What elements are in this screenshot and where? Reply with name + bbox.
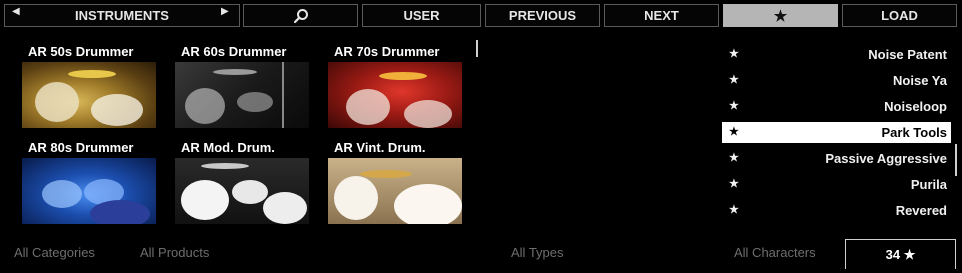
load-label: LOAD [881, 8, 918, 23]
prev-category-arrow-icon[interactable]: ◀ [12, 6, 20, 17]
preset-name: Noise Ya [893, 73, 947, 88]
star-icon: ★ [729, 178, 739, 190]
product-thumbnail [22, 158, 156, 224]
product-name: AR 50s Drummer [28, 44, 134, 59]
preset-name: Revered [895, 203, 947, 218]
star-icon: ★ [729, 74, 739, 86]
search-button[interactable] [243, 4, 358, 27]
preset-row[interactable]: ★ Purila [722, 174, 951, 195]
product-name: AR 60s Drummer [181, 44, 287, 59]
product-thumbnail [328, 62, 462, 128]
character-filter[interactable]: All Characters [734, 245, 816, 260]
drum-kit-image [334, 170, 462, 224]
star-icon: ★ [773, 7, 788, 25]
drum-kit-image [42, 179, 150, 224]
product-thumbnail [175, 62, 309, 128]
result-count: 34 ★ [885, 246, 916, 262]
preset-name: Passive Aggressive [825, 151, 947, 166]
drum-kit-image [346, 72, 452, 128]
preset-row[interactable]: ★ Noise Ya [722, 70, 951, 91]
preset-name: Noise Patent [868, 47, 947, 62]
star-icon: ★ [729, 48, 739, 60]
product-thumbnail [175, 158, 309, 224]
category-filter[interactable]: All Categories [14, 245, 95, 260]
star-icon: ★ [729, 204, 739, 216]
preset-row[interactable]: ★ Noise Patent [722, 44, 951, 65]
product-list-scrollbar[interactable] [476, 40, 478, 57]
preset-row[interactable]: ★ Noiseloop [722, 96, 951, 117]
next-button[interactable]: NEXT [604, 4, 719, 27]
star-icon: ★ [729, 126, 739, 138]
preset-list-scrollbar[interactable] [955, 144, 957, 176]
product-thumbnail [22, 62, 156, 128]
product-thumbnail [328, 158, 462, 224]
drum-kit-image [35, 70, 143, 126]
product-name: AR Vint. Drum. [334, 140, 426, 155]
drum-kit-image [181, 163, 307, 224]
next-label: NEXT [644, 8, 679, 23]
product-name: AR 80s Drummer [28, 140, 134, 155]
preset-row[interactable]: ★ Revered [722, 200, 951, 221]
previous-button[interactable]: PREVIOUS [485, 4, 600, 27]
preset-name: Purila [910, 177, 947, 192]
type-filter[interactable]: All Types [511, 245, 564, 260]
preset-name: Noiseloop [884, 99, 947, 114]
result-count-box: 34 ★ [845, 239, 956, 269]
product-name: AR 70s Drummer [334, 44, 440, 59]
star-icon: ★ [729, 152, 739, 164]
instruments-selector[interactable]: INSTRUMENTS [4, 4, 240, 27]
favorites-filter-button[interactable]: ★ [723, 4, 838, 27]
product-name: AR Mod. Drum. [181, 140, 275, 155]
preset-row-selected[interactable]: ★ Park Tools [722, 122, 951, 143]
drum-kit-image [185, 62, 284, 128]
instruments-label: INSTRUMENTS [75, 8, 169, 23]
next-category-arrow-icon[interactable]: ▶ [221, 6, 229, 17]
star-icon: ★ [729, 100, 739, 112]
product-filter[interactable]: All Products [140, 245, 209, 260]
user-label: USER [403, 8, 440, 23]
preset-row[interactable]: ★ Passive Aggressive [722, 148, 951, 169]
load-button[interactable]: LOAD [842, 4, 957, 27]
search-icon [293, 8, 308, 23]
previous-label: PREVIOUS [508, 8, 577, 23]
user-button[interactable]: USER [362, 4, 481, 27]
preset-name: Park Tools [881, 125, 947, 140]
